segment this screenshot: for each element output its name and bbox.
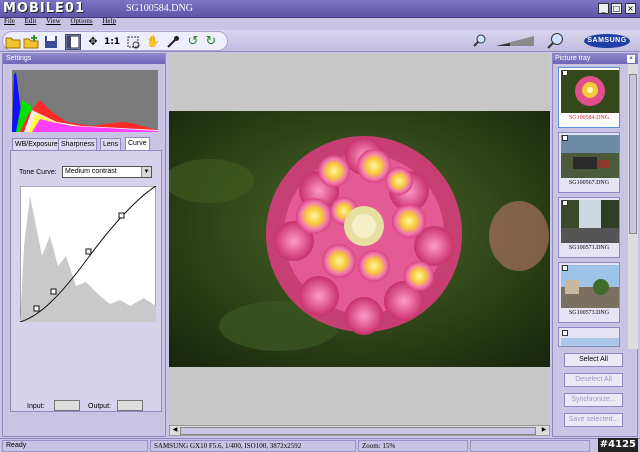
histogram	[12, 70, 158, 132]
watermark: #4125	[597, 438, 638, 452]
tab-sharpness[interactable]: Sharpness	[58, 138, 98, 150]
zoom-out-icon[interactable]	[472, 33, 488, 49]
thumbnail-caption: SG100573.DNG	[568, 310, 610, 316]
thumbnail-image	[561, 265, 619, 308]
camera-info: SAMSUNG GX10 F5.6, 1/400, ISO100, 3872x2…	[150, 440, 356, 452]
rotate-right-icon[interactable]: ↻	[203, 34, 219, 50]
input-label: Input:	[27, 403, 45, 410]
curve-point[interactable]	[50, 288, 57, 295]
tray-thumbnail[interactable]: SG100573.DNG	[558, 262, 620, 323]
synchronize-button[interactable]: Synchronize...	[564, 393, 623, 407]
output-label: Output:	[88, 403, 111, 410]
save-selected-button[interactable]: Save selected...	[564, 413, 623, 427]
tray-title: Picture tray	[555, 55, 591, 62]
close-button[interactable]: ×	[625, 3, 636, 14]
minimize-button[interactable]: _	[598, 3, 609, 14]
app-logo: MOBILE01	[3, 1, 85, 16]
thumbnail-caption: SG100571.DNG	[568, 245, 610, 251]
crop-icon[interactable]	[125, 34, 141, 50]
save-icon[interactable]	[43, 34, 59, 50]
thumbnail-image	[561, 70, 619, 113]
thumbnail-caption: SG100584.DNG	[568, 115, 610, 121]
tone-curve-label: Tone Curve:	[19, 169, 57, 176]
thumbnail-checkbox[interactable]	[562, 70, 568, 76]
brand-logo: SAMSUNG	[584, 34, 630, 48]
status-empty	[470, 440, 590, 452]
close-icon[interactable]: ×	[627, 55, 635, 63]
tone-curve-graph[interactable]	[20, 186, 156, 322]
tray-scroll-thumb[interactable]	[629, 74, 637, 234]
tray-header: Picture tray ×	[553, 54, 637, 64]
rotate-left-icon[interactable]: ↺	[185, 34, 201, 50]
output-field[interactable]	[117, 400, 143, 411]
thumbnail-checkbox[interactable]	[562, 135, 568, 141]
menu-help[interactable]: Help	[102, 17, 116, 25]
tray-thumbnail[interactable]: SG100571.DNG	[558, 197, 620, 258]
tool-group: ✥ 1:1 ✋ ↺ ↻	[2, 31, 228, 51]
curve-tab-panel: Tone Curve: Medium contrast ▼ Input: Out…	[10, 150, 162, 412]
tone-curve-value: Medium contrast	[65, 168, 117, 175]
thumbnail-image	[561, 135, 619, 178]
menu-options[interactable]: Options	[70, 17, 92, 25]
zoom-in-icon[interactable]	[546, 32, 564, 50]
menu-bar: File Edit View Options Help	[4, 17, 124, 27]
tray-scrollbar[interactable]	[628, 64, 638, 349]
title-bar: MOBILE01 SG100584.DNG _ □ ×	[0, 0, 640, 18]
picture-tray: Picture tray × SG100584.DNG SG100567.DNG	[552, 53, 638, 437]
tray-thumbnail[interactable]: SG100567.DNG	[558, 132, 620, 193]
layout-toggle-icon[interactable]	[65, 34, 81, 50]
settings-header: Settings	[3, 54, 165, 64]
status-bar: Ready SAMSUNG GX10 F5.6, 1/400, ISO100, …	[0, 438, 640, 452]
tab-lens[interactable]: Lens	[100, 138, 122, 150]
toolbar: ✥ 1:1 ✋ ↺ ↻ SAMSUNG	[0, 30, 640, 52]
settings-panel: Settings WB/Exposure Sharpness Lens Curv…	[2, 53, 166, 437]
tab-wb-exposure[interactable]: WB/Exposure	[12, 138, 61, 150]
status-text: Ready	[2, 440, 148, 452]
thumbnail-checkbox[interactable]	[562, 330, 568, 336]
move-icon[interactable]: ✥	[85, 34, 101, 50]
menu-file[interactable]: File	[4, 17, 15, 25]
zoom-slider[interactable]	[496, 36, 534, 46]
add-folder-icon[interactable]	[23, 34, 39, 50]
deselect-all-button[interactable]: Deselect All	[564, 373, 623, 387]
thumbnail-image	[561, 200, 619, 243]
actual-size-button[interactable]: 1:1	[103, 34, 121, 50]
zoom-level: Zoom: 15%	[358, 440, 468, 452]
flower-photo	[169, 111, 550, 367]
curve-point[interactable]	[85, 248, 92, 255]
open-folder-icon[interactable]	[5, 34, 21, 50]
menu-view[interactable]: View	[46, 17, 61, 25]
select-all-button[interactable]: Select All	[564, 353, 623, 367]
maximize-button[interactable]: □	[611, 3, 622, 14]
window-title: SG100584.DNG	[126, 3, 193, 14]
thumbnail-caption: SG100567.DNG	[568, 180, 610, 186]
curve-point[interactable]	[118, 212, 125, 219]
curve-point[interactable]	[33, 305, 40, 312]
tray-thumbnail[interactable]	[558, 327, 620, 347]
horizontal-scrollbar[interactable]: ◀ ▶	[169, 425, 550, 436]
thumbnail-checkbox[interactable]	[562, 265, 568, 271]
scroll-left-icon[interactable]: ◀	[170, 426, 180, 435]
horizontal-scroll-thumb[interactable]	[180, 427, 536, 435]
thumbnail-checkbox[interactable]	[562, 200, 568, 206]
menu-edit[interactable]: Edit	[25, 17, 37, 25]
chevron-down-icon: ▼	[141, 167, 151, 177]
tray-thumbnail[interactable]: SG100584.DNG	[558, 67, 620, 128]
thumbnail-image	[561, 338, 619, 346]
eyedropper-icon[interactable]	[165, 34, 181, 50]
image-viewer[interactable]	[169, 53, 550, 425]
tab-curve[interactable]: Curve	[125, 137, 150, 150]
tone-curve-select[interactable]: Medium contrast ▼	[62, 166, 152, 178]
scroll-right-icon[interactable]: ▶	[539, 426, 549, 435]
input-field[interactable]	[54, 400, 80, 411]
hand-icon[interactable]: ✋	[145, 34, 161, 50]
